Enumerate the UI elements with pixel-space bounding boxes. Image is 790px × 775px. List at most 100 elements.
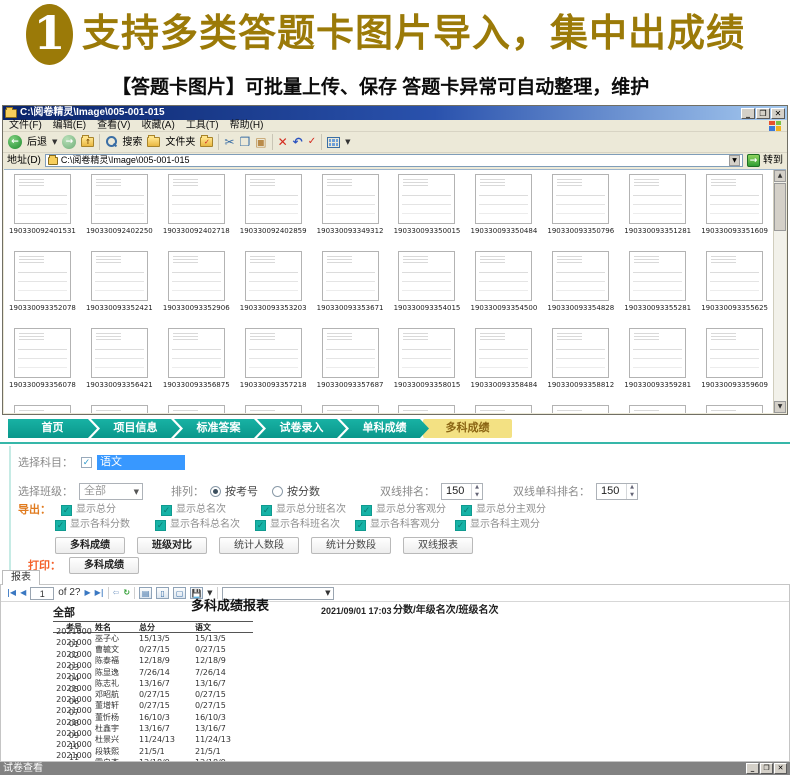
back-icon[interactable]: ←: [8, 135, 22, 149]
file-thumbnail[interactable]: 190330093354500: [465, 251, 542, 312]
up-folder-icon[interactable]: ↑: [81, 137, 94, 147]
export-option[interactable]: ✓ 显示总名次: [161, 504, 261, 516]
folders-icon[interactable]: [147, 137, 160, 147]
file-thumbnail[interactable]: 190330093359281: [619, 328, 696, 389]
restore-button[interactable]: ❐: [756, 108, 770, 119]
file-thumbnail[interactable]: 190330093353203: [235, 251, 312, 312]
action-button[interactable]: 统计分数段: [311, 537, 391, 554]
file-thumbnail[interactable]: 190330093357687: [312, 328, 389, 389]
rank-stepper[interactable]: 150 ▲▼: [441, 483, 483, 500]
report-tab[interactable]: 报表: [2, 570, 40, 585]
action-button[interactable]: 双线报表: [403, 537, 473, 554]
export-option[interactable]: ✓ 显示总分客观分: [361, 504, 461, 516]
refresh-icon[interactable]: ↻: [123, 585, 130, 601]
menu-item[interactable]: 收藏(A): [141, 120, 174, 132]
subject-checkbox[interactable]: ✓: [81, 457, 92, 468]
file-thumbnail[interactable]: 190330093359609: [696, 328, 773, 389]
scroll-up-icon[interactable]: ▲: [774, 170, 786, 182]
search-icon[interactable]: [105, 136, 117, 148]
search-label[interactable]: 搜索: [122, 132, 142, 153]
file-thumbnail[interactable]: 190330093357218: [235, 328, 312, 389]
stepper-arrows-icon[interactable]: ▲▼: [471, 484, 482, 499]
prev-page-icon[interactable]: ◀: [20, 585, 26, 601]
file-thumbnail[interactable]: 190330092402718: [158, 174, 235, 235]
check-doc-icon[interactable]: ✓: [308, 132, 316, 152]
scrollbar-thumb[interactable]: [774, 183, 786, 231]
copy-icon[interactable]: ❐: [239, 132, 250, 152]
file-thumbnail[interactable]: 190330093355281: [619, 251, 696, 312]
file-thumbnail[interactable]: 190330093355625: [696, 251, 773, 312]
sort-by-score-radio[interactable]: [272, 486, 283, 497]
menu-item[interactable]: 编辑(E): [53, 120, 86, 132]
file-thumbnail[interactable]: 190330093354015: [389, 251, 466, 312]
back-to-parent-icon[interactable]: ⇦: [113, 585, 120, 601]
file-thumbnail[interactable]: 190330093349312: [312, 174, 389, 235]
menu-item[interactable]: 文件(F): [9, 120, 42, 132]
nav-tab[interactable]: 多科成绩: [423, 419, 512, 438]
menu-item[interactable]: 帮助(H): [230, 120, 264, 132]
address-dropdown-icon[interactable]: ▼: [729, 155, 740, 166]
print-layout-icon[interactable]: ▯: [156, 587, 169, 599]
undo-icon[interactable]: ↶: [293, 132, 303, 152]
file-thumbnail[interactable]: [158, 405, 235, 413]
checkbox-checked-icon[interactable]: ✓: [161, 505, 172, 516]
action-button[interactable]: 班级对比: [137, 537, 207, 554]
file-thumbnail[interactable]: 190330093358484: [465, 328, 542, 389]
file-thumbnail[interactable]: [619, 405, 696, 413]
stepper-arrows-icon[interactable]: ▲▼: [626, 484, 637, 499]
nav-tab[interactable]: 试卷录入: [257, 419, 346, 438]
minimize-button[interactable]: _: [746, 763, 759, 774]
last-page-icon[interactable]: ▶|: [95, 585, 104, 601]
forward-icon[interactable]: →: [62, 135, 76, 149]
checkbox-checked-icon[interactable]: ✓: [55, 520, 66, 531]
export-option[interactable]: ✓ 显示各科客观分: [355, 519, 455, 531]
folders-label[interactable]: 文件夹: [165, 132, 195, 153]
subject-value[interactable]: 语文: [97, 455, 185, 470]
file-thumbnail[interactable]: [696, 405, 773, 413]
class-select[interactable]: 全部 ▼: [79, 483, 143, 500]
nav-tab[interactable]: 首页: [8, 419, 97, 438]
menu-item[interactable]: 查看(V): [97, 120, 130, 132]
next-page-icon[interactable]: ▶: [84, 585, 90, 601]
restore-button[interactable]: ❐: [760, 763, 773, 774]
print-icon[interactable]: ▤: [139, 587, 152, 599]
file-thumbnail[interactable]: [389, 405, 466, 413]
go-button[interactable]: → 转到: [747, 153, 783, 168]
file-thumbnail[interactable]: [465, 405, 542, 413]
file-thumbnail[interactable]: 190330093352421: [81, 251, 158, 312]
file-thumbnail[interactable]: 190330093351609: [696, 174, 773, 235]
close-button[interactable]: ✕: [771, 108, 785, 119]
views-dropdown-icon[interactable]: ▼: [345, 132, 350, 152]
views-icon[interactable]: [327, 137, 340, 148]
file-thumbnail[interactable]: 190330093352906: [158, 251, 235, 312]
nav-tab[interactable]: 单科成绩: [340, 419, 429, 438]
sync-folder-icon[interactable]: ✓: [200, 137, 213, 147]
action-button[interactable]: 统计人数段: [219, 537, 299, 554]
page-number-input[interactable]: 1: [30, 587, 54, 600]
file-thumbnail[interactable]: 190330093352078: [4, 251, 81, 312]
checkbox-checked-icon[interactable]: ✓: [461, 505, 472, 516]
file-thumbnail[interactable]: 190330093350796: [542, 174, 619, 235]
export-option[interactable]: ✓ 显示各科总名次: [155, 519, 255, 531]
file-thumbnail[interactable]: 190330093351281: [619, 174, 696, 235]
file-thumbnail[interactable]: 190330092402859: [235, 174, 312, 235]
file-thumbnail[interactable]: [4, 405, 81, 413]
file-thumbnail[interactable]: 190330093356875: [158, 328, 235, 389]
checkbox-checked-icon[interactable]: ✓: [455, 520, 466, 531]
action-button[interactable]: 多科成绩: [55, 537, 125, 554]
back-label[interactable]: 后退: [27, 132, 47, 153]
checkbox-checked-icon[interactable]: ✓: [355, 520, 366, 531]
address-input[interactable]: C:\阅卷精灵\Image\005-001-015 ▼: [45, 154, 743, 167]
file-thumbnail[interactable]: 190330092402250: [81, 174, 158, 235]
export-option[interactable]: ✓ 显示总分: [61, 504, 161, 516]
first-page-icon[interactable]: |◀: [7, 585, 16, 601]
export-option[interactable]: ✓ 显示总分班名次: [261, 504, 361, 516]
file-thumbnail[interactable]: 190330093353671: [312, 251, 389, 312]
subject-rank-stepper[interactable]: 150 ▲▼: [596, 483, 638, 500]
file-thumbnail[interactable]: 190330093358015: [389, 328, 466, 389]
file-thumbnail[interactable]: [542, 405, 619, 413]
checkbox-checked-icon[interactable]: ✓: [61, 505, 72, 516]
file-thumbnail[interactable]: 190330093354828: [542, 251, 619, 312]
file-thumbnail[interactable]: 190330092401531: [4, 174, 81, 235]
menu-item[interactable]: 工具(T): [186, 120, 219, 132]
